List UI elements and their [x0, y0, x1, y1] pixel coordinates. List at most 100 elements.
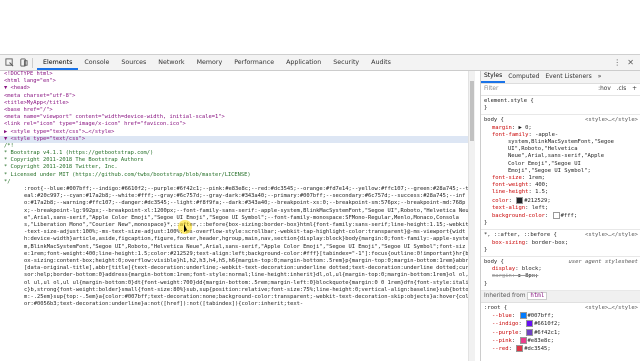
property-value: UI",Roboto,"Helvetica: [508, 146, 578, 153]
dom-line[interactable]: <!DOCTYPE html>: [0, 71, 474, 78]
element-style-rule[interactable]: element.style { }: [481, 96, 640, 116]
user-agent-rule[interactable]: body { user agent stylesheet display: bl…: [481, 257, 640, 291]
property-value: #fff;: [560, 213, 578, 220]
color-swatch[interactable]: [516, 345, 524, 353]
rule-source-label: user agent stylesheet: [568, 259, 638, 266]
tab-computed[interactable]: Computed: [505, 73, 542, 80]
new-rule-button[interactable]: +: [632, 86, 637, 92]
tab-performance[interactable]: Performance: [228, 55, 280, 70]
property-name: background-color: [492, 213, 545, 220]
color-swatch[interactable]: [519, 312, 527, 320]
color-swatch[interactable]: [519, 336, 527, 344]
dom-line[interactable]: <link rel="icon" type="image/x-icon" hre…: [0, 121, 474, 128]
css-property[interactable]: font-size: 1rem;: [484, 175, 638, 182]
css-property[interactable]: text-align: left;: [484, 205, 638, 212]
rule-source-link[interactable]: <style>…</style>: [585, 117, 638, 124]
elements-scrollbar[interactable]: [468, 71, 475, 361]
css-property[interactable]: margin: ▶ 0;: [484, 125, 638, 132]
property-value: ▶ 8px;: [518, 273, 539, 280]
property-value: left;: [531, 204, 549, 211]
inherited-element-link[interactable]: html: [527, 291, 548, 300]
color-swatch[interactable]: [552, 212, 560, 220]
more-options-icon[interactable]: ⋮: [613, 58, 621, 67]
hover-state-toggle[interactable]: :hov: [598, 86, 611, 92]
property-name: --blue: [492, 313, 512, 320]
property-name: --red: [492, 346, 509, 353]
close-icon[interactable]: ✕: [627, 58, 634, 67]
property-name: color: [492, 197, 509, 204]
property-value: #6f42c1;: [534, 329, 561, 336]
dom-line[interactable]: <base href="/">: [0, 107, 474, 114]
css-property[interactable]: line-height: 1.5;: [484, 189, 638, 196]
dom-line[interactable]: <meta name="viewport" content="width=dev…: [0, 114, 474, 121]
scrollbar-thumb[interactable]: [470, 81, 474, 141]
more-tabs-icon[interactable]: »: [595, 73, 605, 80]
color-swatch[interactable]: [526, 328, 534, 336]
body-rule[interactable]: body { <style>…</style> margin: ▶ 0; fon…: [481, 115, 640, 231]
dom-line[interactable]: * Copyright 2011-2018 Twitter, Inc.: [0, 164, 474, 171]
css-property[interactable]: box-sizing: border-box;: [484, 240, 638, 247]
tab-console[interactable]: Console: [78, 55, 115, 70]
tab-elements[interactable]: Elements: [37, 55, 79, 70]
tab-memory[interactable]: Memory: [191, 55, 229, 70]
css-variable[interactable]: --blue: #007bff;: [484, 312, 638, 320]
rule-selector: :root {: [484, 305, 508, 312]
css-comment: /*!: [4, 142, 14, 149]
tab-security[interactable]: Security: [327, 55, 365, 70]
color-swatch[interactable]: [516, 196, 524, 204]
class-toggle[interactable]: .cls: [617, 86, 627, 92]
property-name: line-height: [492, 189, 529, 196]
tab-network[interactable]: Network: [152, 55, 190, 70]
dom-line[interactable]: <html lang="en">: [0, 78, 474, 85]
dom-line-selected[interactable]: ▼ <style type="text/css">: [0, 135, 474, 143]
rule-selector: body {: [484, 117, 504, 124]
property-value: block;: [521, 266, 542, 273]
dom-line[interactable]: */: [0, 179, 474, 186]
property-name: margin: [492, 273, 512, 280]
css-variable[interactable]: --indigo: #6610f2;: [484, 320, 638, 328]
devtools-toolbar: Elements Console Sources Network Memory …: [0, 55, 640, 71]
dom-line-text: ▼ <style type="text/css">: [4, 135, 86, 142]
rule-close: }: [484, 280, 488, 287]
dom-line[interactable]: <title>MyApp</title>: [0, 100, 474, 107]
devtools-panel: Elements Console Sources Network Memory …: [0, 54, 640, 361]
dom-line[interactable]: <meta charset="utf-8">: [0, 93, 474, 100]
root-rule[interactable]: :root { <style>…</style> --blue: #007bff…: [481, 303, 640, 355]
dom-line[interactable]: * Bootstrap v4.1.1 (https://getbootstrap…: [0, 150, 474, 157]
cursor-arrow: [184, 224, 187, 232]
tab-application[interactable]: Application: [280, 55, 327, 70]
device-toolbar-icon[interactable]: [18, 58, 28, 68]
dom-line[interactable]: * Copyright 2011-2018 The Bootstrap Auth…: [0, 157, 474, 164]
dom-line[interactable]: * Licensed under MIT (https://github.com…: [0, 172, 474, 179]
property-value: Neue",Arial,sans-serif,"Apple: [508, 153, 605, 160]
css-variable[interactable]: --pink: #e83e8c;: [484, 336, 638, 345]
dom-line[interactable]: ▶ <style type="text/css">…</style>: [0, 129, 474, 136]
dom-line[interactable]: ▼ <head>: [0, 85, 474, 92]
tab-sources[interactable]: Sources: [115, 55, 152, 70]
css-property[interactable]: background-color: #fff;: [484, 212, 638, 220]
property-value: 1rem;: [528, 175, 545, 182]
rule-close: }: [484, 246, 488, 253]
rule-source-link[interactable]: <style>…</style>: [585, 305, 638, 312]
property-name: display: [492, 266, 516, 273]
css-property[interactable]: font-weight: 400;: [484, 182, 638, 189]
elements-dom-tree[interactable]: <!DOCTYPE html> <html lang="en"> ▼ <head…: [0, 71, 474, 361]
styles-sidebar: Styles Computed Event Listeners » Filter…: [480, 71, 640, 361]
dom-line[interactable]: /*!: [0, 143, 474, 150]
universal-rule[interactable]: *, ::after, ::before { <style>…</style> …: [481, 230, 640, 258]
css-variable[interactable]: --red: #dc3545;: [484, 345, 638, 353]
color-swatch[interactable]: [526, 320, 534, 328]
css-property[interactable]: color: #212529;: [484, 196, 638, 205]
property-value: #007bff;: [527, 313, 555, 320]
tab-audits[interactable]: Audits: [365, 55, 397, 70]
inspect-element-icon[interactable]: [4, 58, 14, 68]
css-property[interactable]: font-family: -apple-: [484, 132, 638, 139]
property-value: Color Emoji","Segoe UI: [508, 160, 581, 167]
tab-styles[interactable]: Styles: [481, 71, 506, 83]
styles-filter-input[interactable]: Filter: [484, 86, 498, 93]
property-name: font-size: [492, 175, 522, 182]
inspected-page-area: [0, 0, 640, 54]
tab-event-listeners[interactable]: Event Listeners: [542, 73, 594, 80]
rule-source-link[interactable]: <style>…</style>: [585, 232, 638, 239]
css-variable[interactable]: --purple: #6f42c1;: [484, 328, 638, 337]
